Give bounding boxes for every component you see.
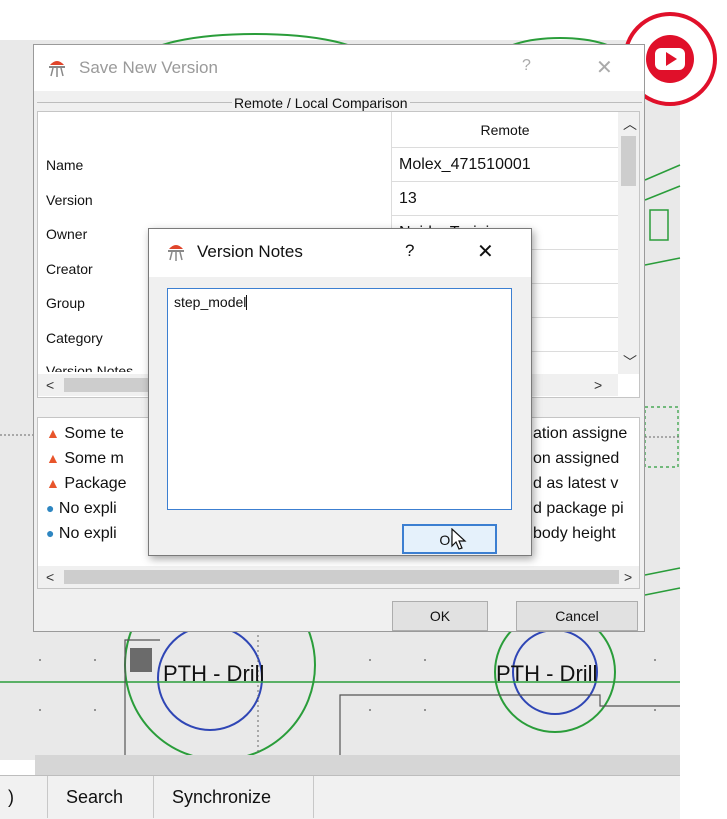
pad-marker	[130, 648, 152, 672]
row-label-category: Category	[46, 330, 103, 346]
mouse-pointer-icon	[451, 528, 467, 550]
scroll-up-icon[interactable]: ︿	[623, 114, 637, 134]
tab-synchronize[interactable]: Synchronize	[154, 776, 314, 818]
group-title: Remote / Local Comparison	[232, 95, 410, 111]
help-button[interactable]: ?	[522, 57, 531, 75]
row-label-name: Name	[46, 157, 84, 173]
board-outline	[339, 694, 680, 760]
scroll-right-icon[interactable]: >	[594, 377, 602, 393]
cell-remote-name: Molex_471510001	[391, 148, 618, 182]
version-notes-textarea[interactable]: step_model	[167, 288, 512, 510]
horizontal-scrollbar[interactable]	[35, 755, 680, 775]
row-label-group: Group	[46, 295, 85, 311]
notes-ok-button[interactable]: OK	[402, 524, 497, 554]
version-notes-value: step_model	[174, 294, 247, 310]
scroll-left-icon[interactable]: <	[46, 569, 54, 585]
cell-remote-version: 13	[391, 182, 618, 216]
close-button[interactable]: ✕	[596, 55, 613, 80]
message-text-right: d package pi	[533, 500, 624, 517]
help-button[interactable]: ?	[405, 241, 414, 261]
list-item[interactable]: ▲ Some m	[46, 450, 124, 468]
scroll-left-icon[interactable]: <	[46, 377, 54, 393]
message-text-right: on assigned	[533, 450, 620, 467]
scroll-thumb[interactable]	[621, 136, 636, 186]
text-cursor	[246, 295, 248, 310]
scroll-down-icon[interactable]: ﹀	[623, 352, 637, 372]
warning-triangle-icon: ▲	[46, 450, 60, 466]
notes-titlebar[interactable]: Version Notes ? ✕	[149, 229, 531, 277]
row-label-version-notes: Version Notes	[46, 363, 134, 372]
list-item[interactable]: ▲ Package	[46, 475, 127, 493]
message-text-right: d as latest v	[533, 475, 619, 492]
scroll-thumb-horizontal[interactable]	[64, 570, 619, 584]
list-item[interactable]: ● No expli	[46, 500, 117, 518]
pth-drill-label-right: PTH - Drill	[496, 661, 598, 686]
warning-triangle-icon: ▲	[46, 425, 60, 441]
warning-triangle-icon: ▲	[46, 475, 60, 491]
version-notes-dialog: Version Notes ? ✕ step_model OK	[148, 228, 532, 556]
close-button[interactable]: ✕	[477, 239, 494, 264]
messages-horizontal-scrollbar[interactable]: < >	[38, 566, 639, 588]
list-item[interactable]: ▲ Some te	[46, 425, 124, 443]
dialog-titlebar[interactable]: Save New Version ? ✕	[34, 45, 644, 91]
bottom-tab-bar: ) Search Synchronize	[0, 775, 680, 819]
app-logo-icon	[49, 61, 65, 77]
info-circle-icon: ●	[46, 500, 55, 516]
message-text-right: body height	[533, 525, 616, 542]
app-logo-icon	[168, 245, 184, 261]
row-label-version: Version	[46, 192, 93, 208]
info-circle-icon: ●	[46, 525, 55, 541]
tab-partial[interactable]: )	[0, 776, 48, 818]
row-label-creator: Creator	[46, 261, 93, 277]
column-header-remote: Remote	[391, 112, 618, 148]
list-item[interactable]: ● No expli	[46, 525, 117, 543]
dialog-title: Save New Version	[79, 58, 218, 77]
tab-search[interactable]: Search	[48, 776, 154, 818]
pth-drill-label-left: PTH - Drill	[163, 661, 265, 686]
vertical-scrollbar[interactable]: ︿ ﹀	[618, 112, 639, 374]
scroll-thumb-horizontal[interactable]	[64, 378, 154, 392]
ok-button[interactable]: OK	[392, 601, 488, 631]
notes-dialog-title: Version Notes	[197, 242, 303, 261]
cancel-button[interactable]: Cancel	[516, 601, 638, 631]
row-label-owner: Owner	[46, 226, 88, 242]
scroll-right-icon[interactable]: >	[624, 569, 632, 585]
message-text-right: ation assigne	[533, 425, 628, 442]
